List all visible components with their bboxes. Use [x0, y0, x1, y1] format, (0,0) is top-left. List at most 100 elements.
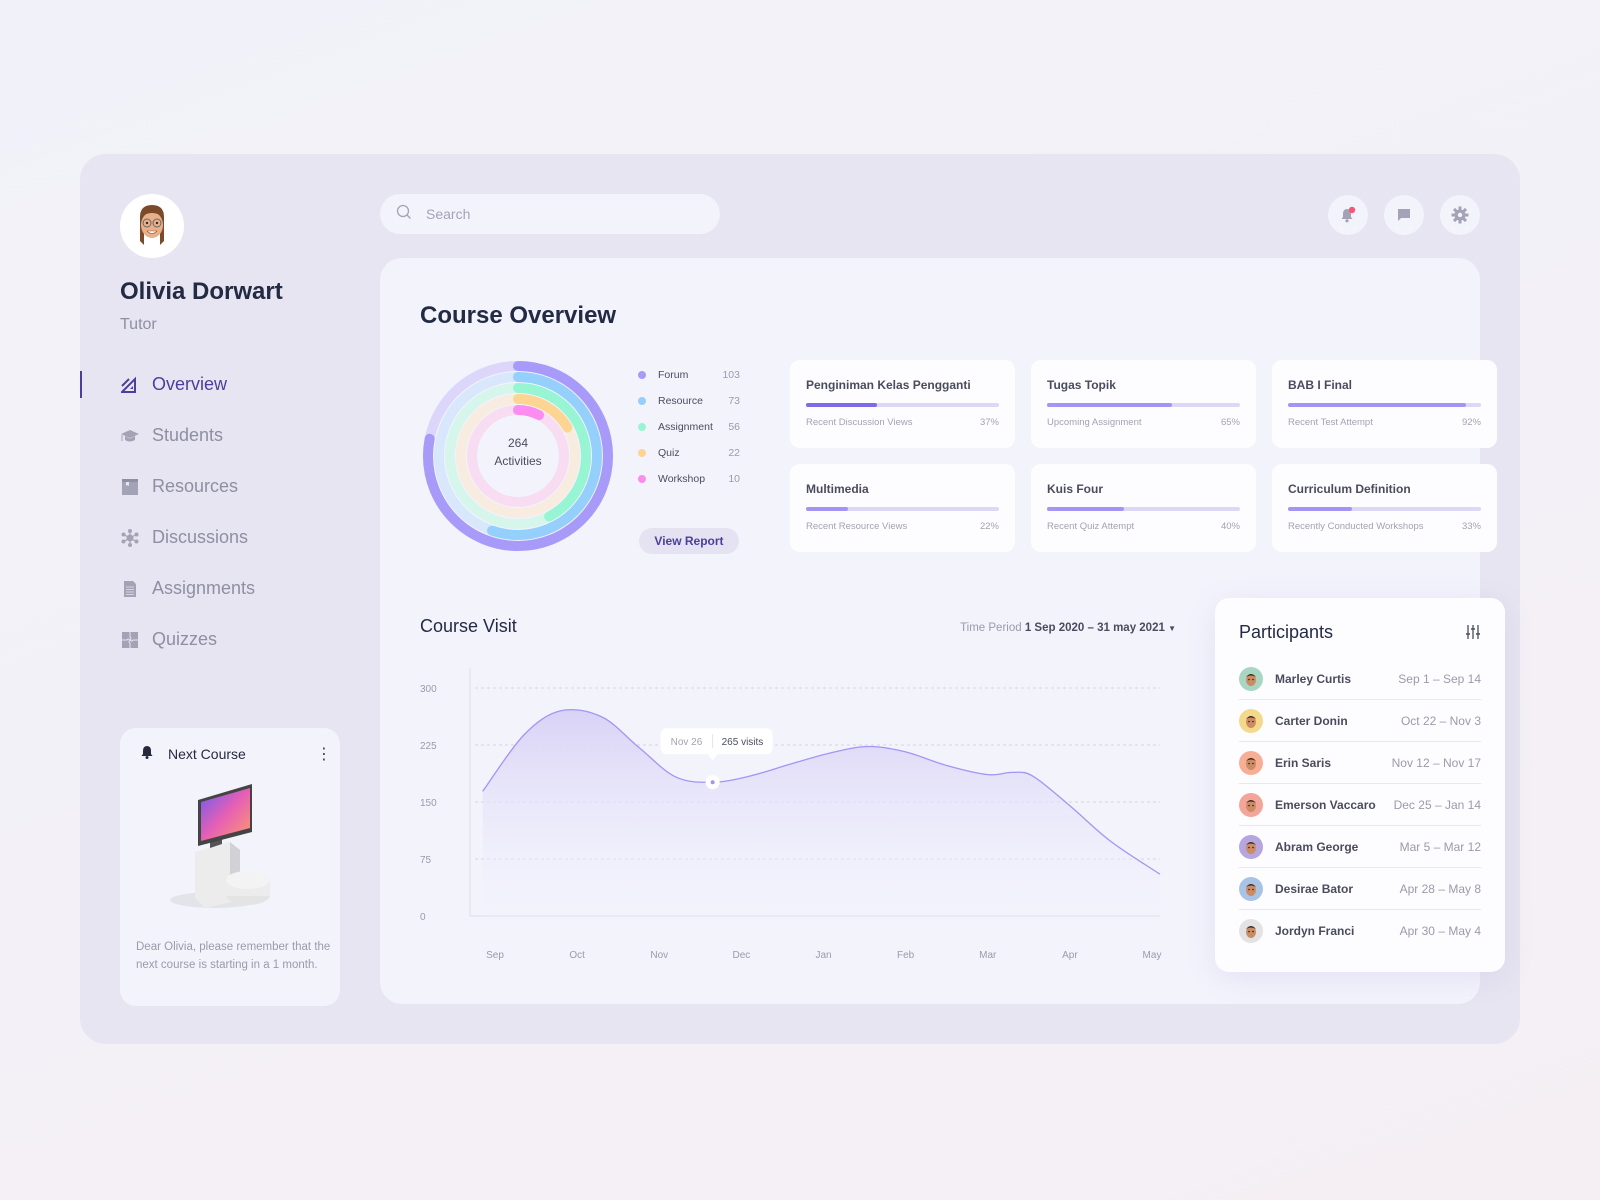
participant-dates: Nov 12 – Nov 17 — [1391, 755, 1481, 770]
legend-item: Forum 103 — [638, 362, 740, 388]
stat-card[interactable]: Tugas Topik Upcoming Assignment 65% — [1031, 360, 1256, 448]
sidebar-item-students[interactable]: Students — [80, 410, 340, 461]
participant-dates: Apr 28 – May 8 — [1399, 881, 1481, 896]
participants-panel: Participants Marley Curtis Sep 1 – Sep 14… — [1215, 598, 1505, 972]
time-period-label: Time Period — [960, 622, 1022, 634]
stat-card-title: Tugas Topik — [1047, 378, 1116, 392]
stat-card-label: Upcoming Assignment — [1047, 417, 1142, 428]
time-period-dropdown[interactable]: Time Period 1 Sep 2020 – 31 may 2021 ▼ — [960, 622, 1176, 634]
memoji-avatar-icon — [1246, 926, 1256, 938]
stat-card-label: Recent Discussion Views — [806, 417, 913, 428]
sidebar-item-overview[interactable]: Overview — [80, 359, 340, 410]
document-icon — [120, 579, 140, 599]
participant-avatar — [1239, 919, 1263, 943]
progress-fill — [806, 507, 849, 511]
y-tick-label: 150 — [420, 798, 437, 809]
participant-row[interactable]: Desirae Bator Apr 28 – May 8 — [1239, 868, 1481, 910]
legend-dot — [638, 423, 646, 431]
tooltip-value: 265 visits — [722, 737, 764, 748]
sidebar-item-assignments[interactable]: Assignments — [80, 563, 340, 614]
search-icon — [396, 204, 412, 225]
x-tick-label: Sep — [486, 950, 504, 961]
sidebar-item-label: Students — [152, 425, 224, 445]
stat-card[interactable]: Multimedia Recent Resource Views 22% — [790, 464, 1015, 552]
participant-dates: Dec 25 – Jan 14 — [1393, 797, 1481, 812]
memoji-avatar-icon — [1246, 673, 1256, 686]
stat-card-title: Multimedia — [806, 482, 869, 496]
stat-card[interactable]: Kuis Four Recent Quiz Attempt 40% — [1031, 464, 1256, 552]
stat-card[interactable]: BAB I Final Recent Test Attempt 92% — [1272, 360, 1497, 448]
x-tick-label: Jan — [815, 950, 831, 961]
participant-name: Emerson Vaccaro — [1275, 797, 1376, 812]
participant-row[interactable]: Abram George Mar 5 – Mar 12 — [1239, 826, 1481, 868]
next-course-title: Next Course — [168, 746, 246, 762]
participant-dates: Oct 22 – Nov 3 — [1400, 713, 1481, 728]
legend-dot — [638, 449, 646, 457]
search-bar[interactable] — [380, 194, 720, 234]
stat-card[interactable]: Penginiman Kelas Pengganti Recent Discus… — [790, 360, 1015, 448]
gear-icon — [1451, 206, 1469, 224]
stat-card-label: Recent Resource Views — [806, 521, 908, 532]
participant-avatar — [1239, 834, 1263, 859]
progress-bar — [1288, 403, 1481, 407]
sidebar-item-discussions[interactable]: Discussions — [80, 512, 340, 563]
app-frame: Olivia Dorwart Tutor Overview Students R… — [80, 154, 1520, 1044]
sliders-icon[interactable] — [1465, 624, 1481, 645]
stat-card-title: Penginiman Kelas Pengganti — [806, 378, 971, 392]
participant-dates: Sep 1 – Sep 14 — [1398, 671, 1481, 686]
chart-tooltip: Nov 26 265 visits — [660, 728, 773, 761]
stat-card-percent: 22% — [979, 521, 999, 532]
stat-card-title: Kuis Four — [1047, 482, 1103, 496]
course-visit-title: Course Visit — [420, 616, 517, 636]
memoji-avatar-icon — [1246, 715, 1256, 728]
legend-item: Assignment 56 — [638, 414, 740, 440]
participant-row[interactable]: Marley Curtis Sep 1 – Sep 14 — [1239, 658, 1481, 700]
puzzle-icon — [120, 630, 140, 650]
visits-area — [482, 709, 1160, 916]
participant-name: Abram George — [1275, 839, 1359, 854]
legend-item: Quiz 22 — [638, 440, 740, 466]
progress-bar — [806, 403, 999, 407]
participant-avatar — [1239, 792, 1263, 817]
view-report-button[interactable]: View Report — [639, 528, 739, 554]
activities-total: 264 — [507, 436, 529, 450]
x-tick-label: Apr — [1062, 950, 1078, 961]
sidebar-item-resources[interactable]: Resources — [80, 461, 340, 512]
user-role: Tutor — [120, 316, 157, 333]
user-name: Olivia Dorwart — [120, 278, 283, 305]
messages-button[interactable] — [1384, 195, 1424, 235]
donut-center-label: 264 Activities — [420, 434, 616, 470]
stat-card-percent: 92% — [1461, 417, 1481, 428]
next-course-card: Next Course ⋮ Dear Olivia, please rememb… — [120, 728, 340, 1006]
progress-bar — [1047, 507, 1240, 511]
stat-card-label: Recently Conducted Workshops — [1288, 521, 1424, 532]
sidebar-item-quizzes[interactable]: Quizzes — [80, 614, 340, 665]
participant-avatar — [1239, 876, 1263, 901]
sidebar-item-label: Resources — [152, 476, 239, 496]
progress-fill — [1047, 403, 1173, 407]
kebab-menu-icon[interactable]: ⋮ — [316, 744, 332, 764]
stat-card-label: Recent Test Attempt — [1288, 417, 1373, 428]
overview-icon — [120, 375, 140, 395]
participant-row[interactable]: Erin Saris Nov 12 – Nov 17 — [1239, 742, 1481, 784]
participant-dates: Mar 5 – Mar 12 — [1399, 839, 1481, 854]
settings-button[interactable] — [1440, 195, 1480, 235]
user-avatar[interactable] — [120, 194, 184, 258]
participant-row[interactable]: Emerson Vaccaro Dec 25 – Jan 14 — [1239, 784, 1481, 826]
stat-card[interactable]: Curriculum Definition Recently Conducted… — [1272, 464, 1497, 552]
page-title: Course Overview — [420, 302, 617, 329]
stat-card-label: Recent Quiz Attempt — [1047, 521, 1135, 532]
stat-card-title: Curriculum Definition — [1288, 482, 1411, 496]
participant-row[interactable]: Carter Donin Oct 22 – Nov 3 — [1239, 700, 1481, 742]
participant-avatar — [1239, 750, 1263, 775]
y-tick-label: 0 — [420, 912, 426, 923]
progress-fill — [1288, 403, 1466, 407]
memoji-avatar-icon — [1246, 883, 1256, 896]
participant-row[interactable]: Jordyn Franci Apr 30 – May 4 — [1239, 910, 1481, 952]
notifications-button[interactable] — [1328, 195, 1368, 235]
participant-name: Jordyn Franci — [1275, 924, 1355, 938]
participant-dates: Apr 30 – May 4 — [1399, 924, 1481, 938]
participants-title: Participants — [1239, 622, 1334, 642]
search-input[interactable] — [426, 206, 686, 222]
chat-icon — [1398, 209, 1410, 221]
